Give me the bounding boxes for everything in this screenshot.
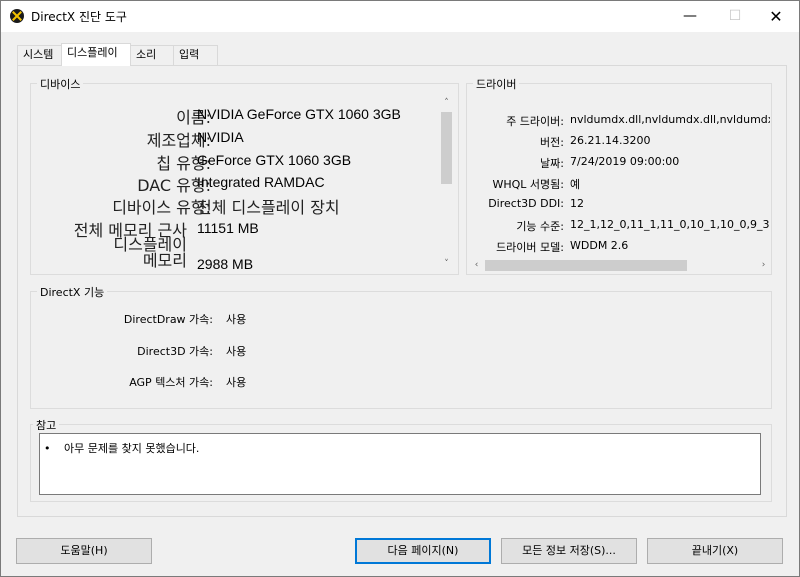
driver-horizontal-scrollbar[interactable]: ‹ › (469, 258, 771, 273)
scroll-down-icon[interactable]: ˅ (439, 257, 454, 272)
scroll-left-icon[interactable]: ‹ (469, 258, 484, 273)
notes-textbox[interactable]: • 아무 문제를 찾지 못했습니다. (39, 433, 761, 495)
date-value: 7/24/2019 09:00:00 (570, 155, 680, 168)
direct3d-value: 사용 (226, 345, 247, 358)
device-scroll-thumb[interactable] (441, 112, 452, 184)
scroll-up-icon[interactable]: ˄ (439, 96, 454, 111)
device-type-label: 디바이스 유형: (112, 198, 211, 217)
driver-group: 드라이버 주 드라이버: nvldumdx.dll,nvldumdx.dll,n… (466, 76, 772, 275)
version-label: 버전: (540, 136, 564, 149)
whql-value: 예 (570, 178, 581, 191)
directx-app-icon (10, 9, 24, 23)
manufacturer-label: 제조업체: (146, 131, 211, 150)
feature-levels-label: 기능 수준: (516, 220, 564, 233)
dxdiag-window: DirectX 진단 도구 — ☐ ✕ 시스템 디스플레이 소리 입력 디바이스… (0, 0, 800, 577)
d3d-ddi-label: Direct3D DDI: (488, 197, 564, 210)
device-name-value: NVIDIA GeForce GTX 1060 3GB (197, 106, 401, 122)
exit-button[interactable]: 끝내기(X) (647, 538, 783, 564)
next-page-button[interactable]: 다음 페이지(N) (355, 538, 491, 564)
features-legend: DirectX 기능 (37, 284, 108, 300)
directx-features-group: DirectX 기능 DirectDraw 가속: 사용 Direct3D 가속… (30, 284, 772, 409)
driver-model-value: WDDM 2.6 (570, 239, 629, 252)
date-label: 날짜: (540, 157, 564, 170)
tab-display[interactable]: 디스플레이 (61, 43, 131, 66)
bullet-icon: • (44, 442, 51, 455)
dac-type-value: Integrated RAMDAC (197, 174, 325, 190)
notes-legend: 참고 (33, 417, 60, 433)
scroll-right-icon[interactable]: › (756, 258, 771, 273)
main-driver-label: 주 드라이버: (506, 115, 564, 128)
close-button[interactable]: ✕ (753, 1, 799, 32)
version-value: 26.21.14.3200 (570, 134, 651, 147)
agp-value: 사용 (226, 376, 247, 389)
driver-model-label: 드라이버 모델: (496, 241, 564, 254)
main-driver-value: nvldumdx.dll,nvldumdx.dll,nvldumdx.dll (570, 113, 770, 126)
window-title: DirectX 진단 도구 (31, 10, 127, 24)
minimize-button[interactable]: — (667, 1, 713, 32)
save-all-info-button[interactable]: 모든 정보 저장(S)... (501, 538, 637, 564)
device-vertical-scrollbar[interactable]: ˄ ˅ (439, 96, 454, 272)
display-memory-label: 디스플레이 메모리 (113, 235, 187, 270)
total-memory-value: 11151 MB (197, 220, 259, 236)
driver-legend: 드라이버 (473, 76, 520, 92)
feature-levels-value: 12_1,12_0,11_1,11_0,10_1,10_0,9_3,9_2 (570, 218, 770, 231)
dac-type-label: DAC 유형: (137, 176, 211, 195)
agp-label: AGP 텍스처 가속: (129, 376, 213, 389)
help-button[interactable]: 도움말(H) (16, 538, 152, 564)
manufacturer-value: NVIDIA (197, 129, 244, 145)
title-bar[interactable]: DirectX 진단 도구 — ☐ ✕ (1, 1, 799, 32)
device-legend: 디바이스 (37, 76, 84, 92)
display-memory-value: 2988 MB (197, 256, 254, 272)
tab-sound[interactable]: 소리 (130, 45, 175, 65)
d3d-ddi-value: 12 (570, 197, 584, 210)
tab-input[interactable]: 입력 (173, 45, 218, 65)
device-type-value: 전체 디스플레이 장치 (197, 198, 340, 217)
maximize-button[interactable]: ☐ (712, 1, 758, 32)
directdraw-label: DirectDraw 가속: (123, 313, 213, 326)
chip-type-value: GeForce GTX 1060 3GB (197, 152, 352, 168)
chip-type-label: 칩 유형: (156, 154, 211, 173)
whql-label: WHQL 서명됨: (492, 178, 565, 191)
note-text: 아무 문제를 찾지 못했습니다. (64, 442, 200, 455)
note-item: • 아무 문제를 찾지 못했습니다. (44, 440, 199, 456)
tab-system[interactable]: 시스템 (17, 45, 62, 65)
device-group: 디바이스 이름: NVIDIA GeForce GTX 1060 3GB 제조업… (30, 76, 459, 275)
device-name-label: 이름: (176, 108, 211, 127)
direct3d-label: Direct3D 가속: (137, 345, 213, 358)
directdraw-value: 사용 (226, 313, 247, 326)
driver-scroll-thumb[interactable] (485, 260, 687, 271)
